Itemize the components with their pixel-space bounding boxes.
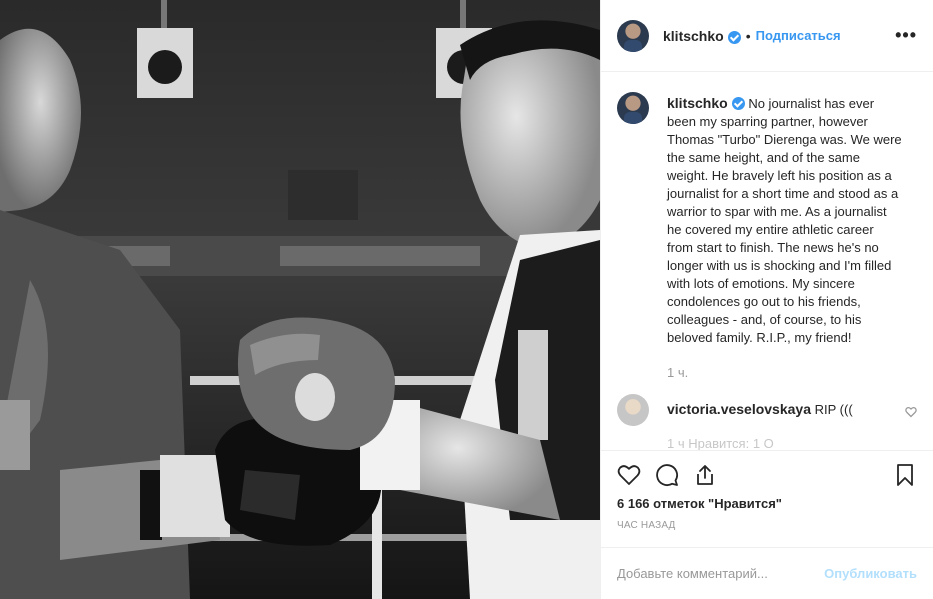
add-comment-bar: Опубликовать bbox=[601, 547, 933, 599]
follow-button[interactable]: Подписаться bbox=[756, 28, 841, 43]
posted-time[interactable]: ЧАС НАЗАД bbox=[617, 520, 676, 531]
post-image bbox=[0, 0, 600, 599]
comment-body: victoria.veselovskaya RIP ((( bbox=[667, 401, 853, 417]
caption-author-avatar[interactable] bbox=[617, 92, 649, 124]
post-actions bbox=[601, 450, 933, 498]
share-icon[interactable] bbox=[693, 463, 717, 487]
comment-meta-partial: 1 ч Нравится: 1 О bbox=[667, 436, 774, 450]
caption-body: klitschko No journalist has ever been my… bbox=[667, 94, 903, 347]
post-caption: klitschko No journalist has ever been my… bbox=[617, 92, 917, 347]
verified-badge-icon bbox=[727, 31, 741, 44]
author-avatar[interactable] bbox=[617, 19, 649, 52]
post-side-panel: klitschko • Подписаться ••• klitschko No… bbox=[600, 0, 933, 599]
caption-time[interactable]: 1 ч. bbox=[667, 365, 917, 380]
header-separator: • bbox=[745, 27, 751, 44]
comment-bubble-icon[interactable] bbox=[655, 463, 679, 487]
commenter-avatar[interactable] bbox=[617, 394, 649, 426]
post-header: klitschko • Подписаться ••• bbox=[601, 0, 933, 72]
comments-section[interactable]: klitschko No journalist has ever been my… bbox=[601, 72, 933, 450]
commenter-username[interactable]: victoria.veselovskaya bbox=[667, 401, 811, 417]
caption-verified-badge-icon bbox=[731, 97, 745, 110]
heart-icon[interactable] bbox=[617, 463, 641, 487]
comment-input[interactable] bbox=[617, 566, 825, 581]
likes-count[interactable]: 6 166 отметок "Нравится" bbox=[617, 496, 782, 511]
comment-like-heart-icon[interactable] bbox=[905, 406, 917, 418]
publish-button[interactable]: Опубликовать bbox=[824, 566, 917, 581]
bookmark-icon[interactable] bbox=[893, 463, 917, 487]
post-photo[interactable] bbox=[0, 0, 600, 599]
comment-item: victoria.veselovskaya RIP ((( bbox=[617, 394, 917, 426]
caption-username[interactable]: klitschko bbox=[667, 95, 728, 111]
caption-text: No journalist has ever been my sparring … bbox=[667, 96, 902, 345]
comment-text: RIP ((( bbox=[814, 402, 853, 417]
more-options-icon[interactable]: ••• bbox=[895, 25, 917, 46]
author-username[interactable]: klitschko bbox=[663, 28, 724, 44]
